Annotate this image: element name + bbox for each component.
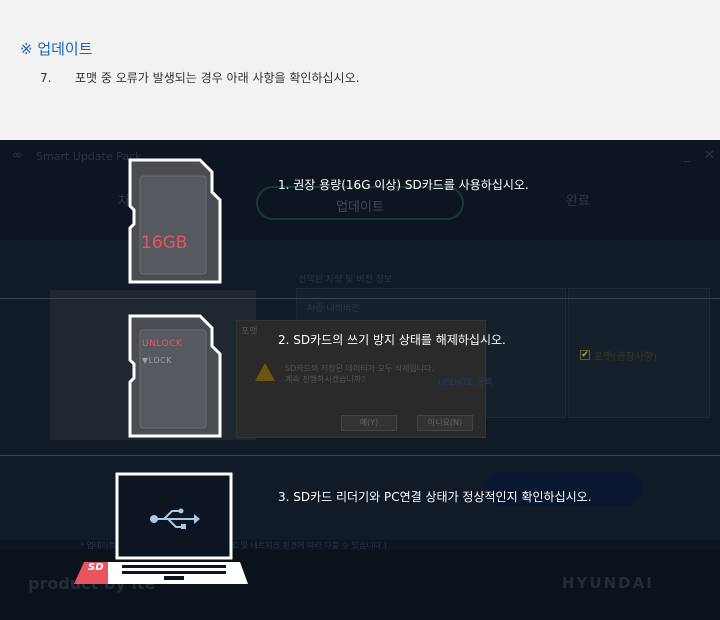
instruction-2: 2. SD카드의 쓰기 방지 상태를 해제하십시오. [278,333,506,347]
tab-update-label: 업데이트 [336,200,384,215]
dialog-message-line1: SD카드의 저장된 데이터가 모두 삭제됩니다. [285,364,435,373]
format-checkbox[interactable]: ✔ [580,350,590,360]
row-divider-1 [0,298,720,299]
dialog-yes-button[interactable]: 예(Y) [341,415,397,431]
step-text: 포맷 중 오류가 발생되는 경우 아래 사항을 확인하십시오. [75,71,360,85]
sd-card-lock: UNLOCK ▼LOCK [128,314,222,438]
step-instruction: 7. 포맷 중 오류가 발생되는 경우 아래 사항을 확인하십시오. [40,69,359,86]
sd-tag-label: SD [88,562,104,573]
step-number: 7. [40,71,52,85]
app-logo-icon: ∞ [12,148,23,163]
sd-unlock-label: UNLOCK [142,339,183,349]
format-checkbox-label: 포맷(권장사항) [594,352,658,363]
sd-lock-label: ▼LOCK [142,356,172,365]
dialog-message: SD카드의 저장된 데이터가 모두 삭제됩니다. 계속 진행하시겠습니까? [285,363,434,385]
instruction-3: 3. SD카드 리더기와 PC연결 상태가 정상적인지 확인하십시오. [278,490,592,504]
warning-icon [255,363,275,381]
document-header: ※ 업데이트 7. 포맷 중 오류가 발생되는 경우 아래 사항을 확인하십시오. [0,0,720,140]
dialog-no-button[interactable]: 아니요(N) [417,415,473,431]
info-row: 차종 내비버전 [307,304,360,314]
app-name: Smart Update Pack [36,150,142,163]
minimize-button[interactable]: _ [684,148,691,163]
info-header: 선택된 차량 및 버전 정보 [298,275,393,285]
app-titlebar: ∞ Smart Update Pack _ ✕ [0,140,720,172]
section-title: ※ 업데이트 [20,40,93,58]
sd-card-16gb: 16GB [128,158,222,284]
close-button[interactable]: ✕ [704,148,715,163]
row-divider-2 [0,455,720,456]
dialog-title: 포맷 [241,327,258,337]
sd-card-capacity: 16GB [141,233,188,253]
update-link[interactable]: UPDATE 등록 [438,375,493,388]
tab-complete[interactable]: 완료 [566,190,590,209]
instruction-1: 1. 권장 용량(16G 이상) SD카드를 사용하십시오. [278,178,529,192]
usb-icon [150,508,200,529]
hyundai-logo: HYUNDAI [562,574,654,592]
dialog-message-line2: 계속 진행하시겠습니까? [285,375,366,384]
